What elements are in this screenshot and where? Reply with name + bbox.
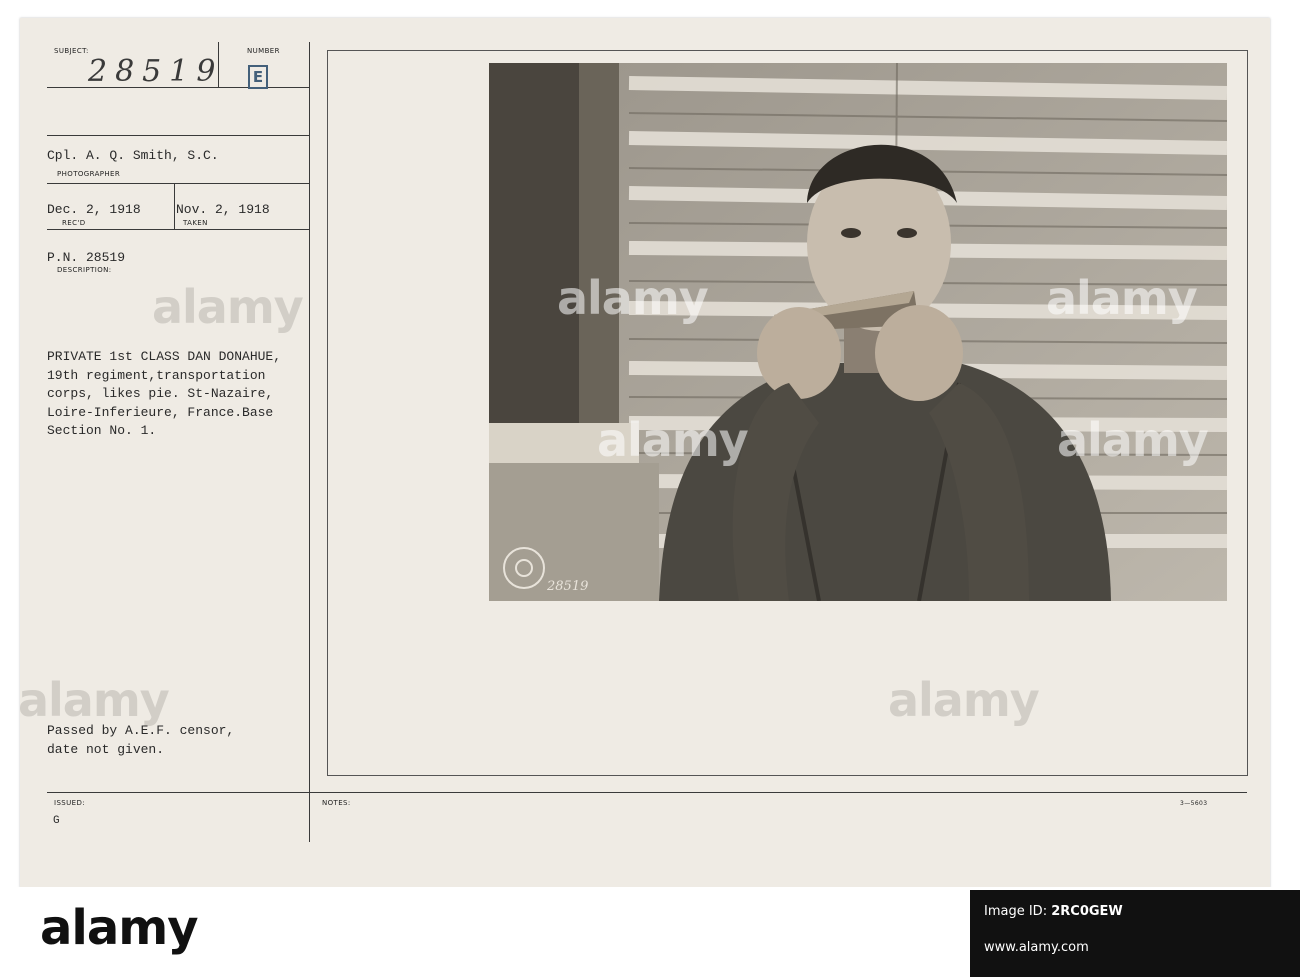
watermark: alamy bbox=[597, 413, 749, 467]
rule bbox=[309, 42, 310, 842]
rule bbox=[174, 184, 175, 229]
censor-note: Passed by A.E.F. censor, date not given. bbox=[47, 721, 234, 759]
censor-line: Passed by A.E.F. censor, bbox=[47, 723, 235, 738]
site-link[interactable]: www.alamy.com bbox=[984, 940, 1089, 955]
footer-info: Image ID: 2RC0GEW www.alamy.com bbox=[970, 890, 1300, 977]
description-line: PRIVATE 1st CLASS DAN DONAHUE, bbox=[47, 349, 282, 364]
taken-label: TAKEN bbox=[183, 219, 208, 227]
description-line: Loire-Inferieure, France.Base bbox=[47, 404, 274, 420]
description-label: DESCRIPTION: bbox=[57, 266, 112, 274]
pn-number: P.N. 28519 bbox=[47, 250, 126, 265]
rule bbox=[47, 229, 309, 230]
rule bbox=[47, 183, 309, 184]
watermark: alamy bbox=[1046, 271, 1198, 325]
received-date: Dec. 2, 1918 bbox=[47, 202, 141, 217]
issued-value: G bbox=[53, 815, 60, 827]
issued-label: ISSUED: bbox=[54, 799, 86, 807]
received-label: REC'D bbox=[62, 219, 86, 227]
description-text: PRIVATE 1st CLASS DAN DONAHUE, 19th regi… bbox=[47, 348, 281, 441]
taken-date: Nov. 2, 1918 bbox=[176, 202, 270, 217]
rule bbox=[47, 135, 309, 136]
image-id: 2RC0GEW bbox=[1051, 904, 1123, 919]
subject-label: SUBJECT: bbox=[54, 47, 89, 55]
archive-card: SUBJECT: NUMBER 28519 E Cpl. A. Q. Smith… bbox=[18, 18, 1270, 888]
subject-number: 28519 bbox=[88, 54, 224, 89]
description-line: 19th regiment,transportation bbox=[47, 367, 266, 383]
footer-logo: alamy bbox=[40, 900, 199, 956]
number-label: NUMBER bbox=[247, 47, 280, 55]
watermark: alamy bbox=[152, 280, 304, 334]
stamp-number: 28519 bbox=[546, 579, 588, 594]
number-letter: E bbox=[248, 65, 268, 89]
watermark: alamy bbox=[18, 673, 170, 727]
image-id-label: Image ID: bbox=[984, 904, 1048, 919]
censor-line: date not given. bbox=[47, 742, 165, 757]
photo-illustration: 28519 bbox=[489, 63, 1227, 601]
description-line: corps, likes pie. St-Nazaire, bbox=[47, 386, 274, 401]
photographer-name: Cpl. A. Q. Smith, S.C. bbox=[47, 148, 219, 163]
form-number: 3—5603 bbox=[1180, 800, 1208, 807]
photograph: 28519 alamy alamy alamy alamy bbox=[489, 63, 1227, 601]
description-line: Section No. 1. bbox=[47, 423, 157, 438]
watermark: alamy bbox=[1057, 413, 1209, 467]
watermark: alamy bbox=[888, 673, 1040, 727]
photographer-label: PHOTOGRAPHER bbox=[57, 170, 121, 178]
watermark: alamy bbox=[557, 271, 709, 325]
notes-label: NOTES: bbox=[322, 799, 351, 807]
rule bbox=[47, 792, 1247, 793]
